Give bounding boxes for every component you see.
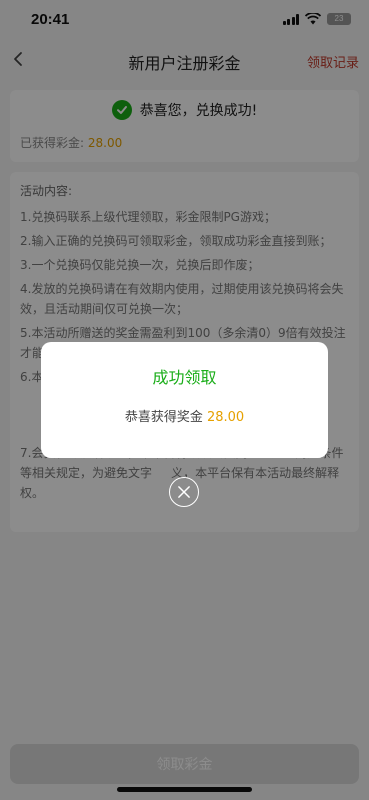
modal-title: 成功领取 bbox=[152, 368, 217, 387]
modal-message-text: 恭喜获得奖金 bbox=[124, 410, 203, 425]
success-modal: 成功领取 恭喜获得奖金 28.00 bbox=[41, 342, 328, 458]
modal-amount: 28.00 bbox=[206, 410, 245, 425]
close-icon[interactable] bbox=[169, 477, 199, 507]
modal-message: 恭喜获得奖金 28.00 bbox=[41, 406, 328, 425]
